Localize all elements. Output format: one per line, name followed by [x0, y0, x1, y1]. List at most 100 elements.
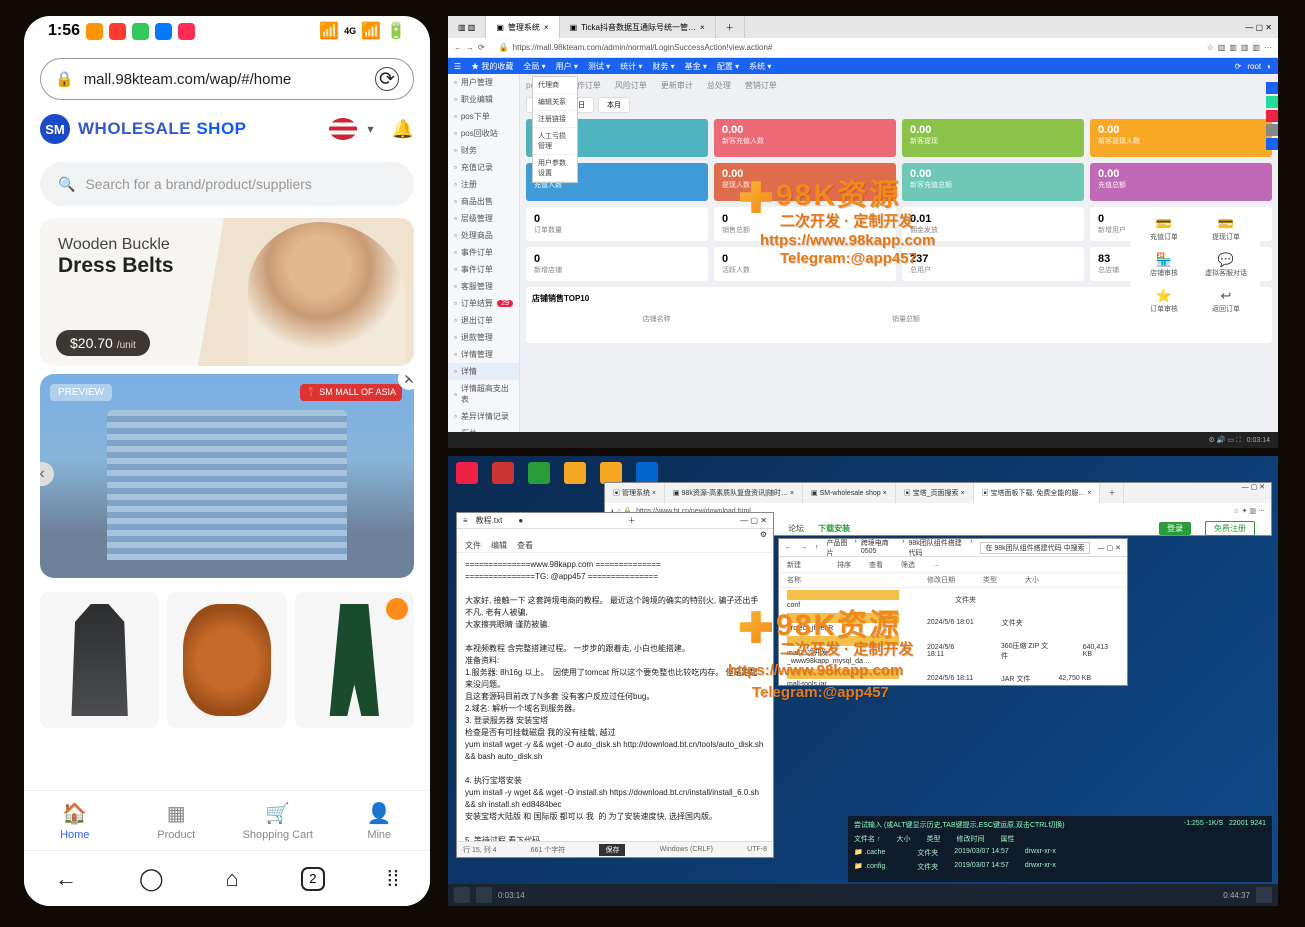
- file-row[interactable]: project_jfwebR2024/5/6 18:01文件夹: [779, 611, 1127, 634]
- wifi-icon: 📶: [319, 21, 339, 41]
- sidebar-item[interactable]: ▫详情: [448, 363, 519, 380]
- reload-icon[interactable]: ⟳: [478, 43, 485, 52]
- sidebar-item[interactable]: ▫订单结算29: [448, 295, 519, 312]
- terminal-window[interactable]: 尝试输入 (或ALT键显示历史,TAB键提示,ESC键运原,双击CTRL切换)-…: [848, 816, 1272, 882]
- url-bar[interactable]: 🔒 mall.98kteam.com/wap/#/home ⟳: [40, 58, 414, 100]
- tabs-button[interactable]: 2: [301, 867, 325, 891]
- reload-icon[interactable]: ⟳: [375, 67, 399, 91]
- browser-tab[interactable]: ▣ 98k资源-高素质队复盘资讯|随时… ×: [665, 483, 803, 503]
- quick-action[interactable]: ⭐订单审核: [1134, 284, 1194, 318]
- nav-home[interactable]: 🏠Home: [24, 791, 126, 850]
- file-row[interactable]: mall-tools.jar2024/5/6 18:11JAR 文件42,750…: [779, 667, 1127, 690]
- quick-action[interactable]: 💳充值订单: [1134, 212, 1194, 246]
- menu-item[interactable]: 全局 ▾: [523, 61, 545, 72]
- gear-icon[interactable]: ⚙: [760, 530, 767, 539]
- app-icon[interactable]: [492, 462, 514, 484]
- refresh-icon[interactable]: ⟳: [1235, 62, 1242, 71]
- nav-cart[interactable]: 🛒Shopping Cart: [227, 791, 329, 850]
- menu-item[interactable]: 基金 ▾: [685, 61, 707, 72]
- stat-card: 0.01佣金发放: [902, 207, 1084, 241]
- product-card[interactable]: [40, 592, 159, 728]
- sidebar-item[interactable]: ▫处理商品: [448, 227, 519, 244]
- back-button[interactable]: ←: [55, 866, 77, 892]
- start-button[interactable]: [454, 887, 470, 903]
- sidebar-item[interactable]: ▫商品出售: [448, 193, 519, 210]
- sidebar-item[interactable]: ▫事件订单: [448, 244, 519, 261]
- sidebar-item[interactable]: ▫财务: [448, 142, 519, 159]
- circle-button[interactable]: ◯: [139, 866, 164, 892]
- nav-mine[interactable]: 👤Mine: [329, 791, 431, 850]
- address-bar[interactable]: ← → ⟳ 🔒 https://mall.98kteam.com/admin/n…: [448, 38, 1278, 58]
- quick-action[interactable]: 🏪店铺审核: [1134, 248, 1194, 282]
- sidebar-item[interactable]: ▫事件订单: [448, 261, 519, 278]
- menu-item[interactable]: ★ 我的收藏: [471, 61, 513, 72]
- notepad-body[interactable]: ==============www.98kapp.com ===========…: [457, 553, 773, 849]
- sidebar-item[interactable]: ▫客服管理: [448, 278, 519, 295]
- forward-icon[interactable]: →: [466, 43, 474, 52]
- sidebar-item[interactable]: ▫退款管理: [448, 329, 519, 346]
- folder-icon[interactable]: [564, 462, 586, 484]
- app-icon[interactable]: [528, 462, 550, 484]
- sidebar-item[interactable]: ▫层级管理: [448, 210, 519, 227]
- favorite-icon[interactable]: [386, 598, 408, 620]
- filter-month[interactable]: 本月: [598, 97, 630, 113]
- product-card[interactable]: [167, 592, 286, 728]
- sidebar-item[interactable]: ▫差异详情记录: [448, 408, 519, 425]
- sidebar-item[interactable]: ▫职业编辑: [448, 91, 519, 108]
- browser-tab[interactable]: ▣管理系统×: [486, 16, 559, 38]
- sidebar-item[interactable]: ▫详情超高支出表: [448, 380, 519, 408]
- tab-controls[interactable]: ▥ ▥: [448, 16, 486, 38]
- login-button[interactable]: 登录: [1159, 522, 1191, 535]
- video-controls[interactable]: ⚙ 🔊 ▭ ⛶ 0:03:14: [448, 432, 1278, 448]
- sidebar-item[interactable]: ▫详情管理: [448, 346, 519, 363]
- register-button[interactable]: 免费注册: [1205, 521, 1255, 536]
- quick-action[interactable]: 💳提现订单: [1196, 212, 1256, 246]
- sidebar-item[interactable]: ▫pos回收站: [448, 125, 519, 142]
- browser-tab[interactable]: ▣ SM-wholesale shop ×: [803, 483, 896, 503]
- promo-banner-belts[interactable]: Wooden Buckle Dress Belts $20.70/unit: [40, 218, 414, 366]
- explorer-search[interactable]: 在 98k团队组件搭建代码 中搜索: [980, 542, 1089, 554]
- menu-item[interactable]: 财务 ▾: [652, 61, 674, 72]
- quick-action[interactable]: 💬虚拟客服对话: [1196, 248, 1256, 282]
- chevron-down-icon: ▾: [368, 122, 374, 136]
- file-row[interactable]: conf文件夹: [779, 588, 1127, 611]
- menu-button[interactable]: ⁞⁞: [387, 866, 399, 892]
- menu-item[interactable]: 配置 ▾: [717, 61, 739, 72]
- sidebar-item[interactable]: ▫注册: [448, 176, 519, 193]
- browser-tab[interactable]: ▣ 宝塔_页面搜索 ×: [896, 483, 974, 503]
- app-icon[interactable]: [456, 462, 478, 484]
- app-icon[interactable]: [636, 462, 658, 484]
- user-label[interactable]: root: [1247, 62, 1261, 71]
- network-icon: 4G: [344, 26, 356, 36]
- new-tab-button[interactable]: ＋: [716, 16, 745, 38]
- quick-action[interactable]: ↩返回订单: [1196, 284, 1256, 318]
- sidebar-item[interactable]: ▫退出订单: [448, 312, 519, 329]
- menu-item[interactable]: 用户 ▾: [556, 61, 578, 72]
- sidebar-item[interactable]: ▫pos下单: [448, 108, 519, 125]
- browser-tab[interactable]: ▣ 宝塔面板下载, 免费全能的服… ×: [974, 483, 1101, 503]
- clock: 1:56: [48, 22, 80, 40]
- menu-item[interactable]: 统计 ▾: [620, 61, 642, 72]
- android-nav: ← ◯ ⌂ 2 ⁞⁞: [24, 850, 430, 906]
- bell-icon[interactable]: 🔔: [392, 119, 414, 140]
- prev-arrow-icon[interactable]: ‹: [40, 462, 54, 486]
- sidebar-item[interactable]: ▫用户管理: [448, 74, 519, 91]
- menu-item[interactable]: 测试 ▾: [588, 61, 610, 72]
- product-card[interactable]: [295, 592, 414, 728]
- search-input[interactable]: 🔍 Search for a brand/product/suppliers: [40, 162, 414, 206]
- metric-card: 0.00充值总额: [1090, 163, 1272, 201]
- back-icon[interactable]: ←: [454, 43, 462, 52]
- hamburger-icon[interactable]: ☰: [454, 62, 461, 71]
- file-row[interactable]: mall二次开发_www98kapp_mysql_da…2024/5/6 18:…: [779, 634, 1127, 667]
- home-button[interactable]: ⌂: [226, 866, 239, 892]
- promo-banner-mall[interactable]: PREVIEW 📍 SM MALL OF ASIA ✕ ‹: [40, 374, 414, 578]
- language-flag[interactable]: [329, 118, 357, 140]
- sidebar-item[interactable]: ▫充值记录: [448, 159, 519, 176]
- nav-product[interactable]: ▦Product: [126, 791, 228, 850]
- back-icon[interactable]: ←: [785, 544, 792, 551]
- browser-tab[interactable]: ▣ 管理系统 ×: [605, 483, 665, 503]
- menu-item[interactable]: 系统 ▾: [749, 61, 771, 72]
- metric-card: 0.00提现人数: [714, 163, 896, 201]
- folder-icon[interactable]: [600, 462, 622, 484]
- browser-tab[interactable]: ▣Ticka抖音数据互通际号统一管…×: [560, 16, 716, 38]
